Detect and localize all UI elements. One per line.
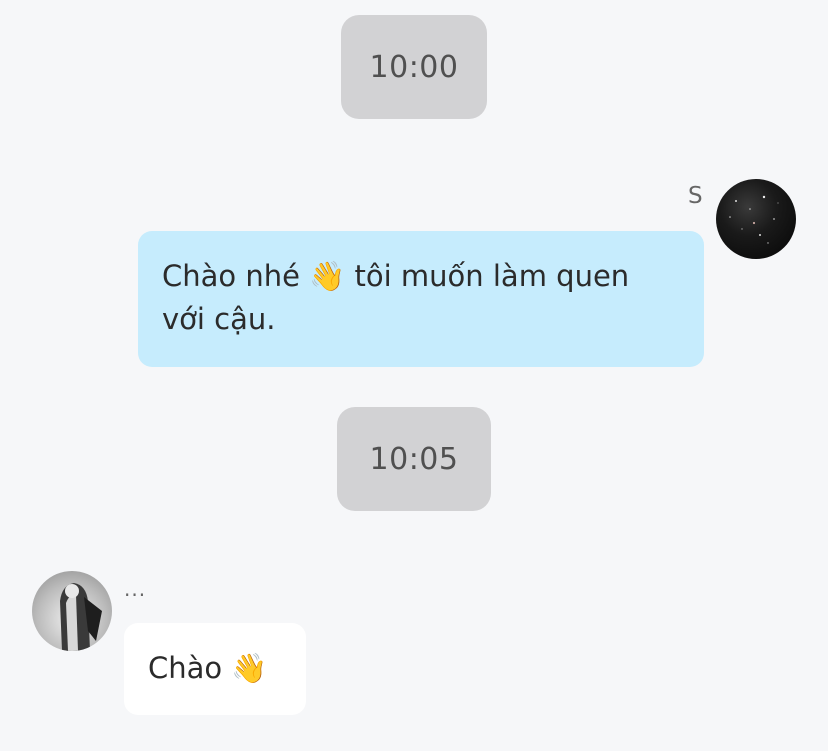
avatar[interactable] [32, 571, 112, 651]
person-avatar-image [60, 583, 102, 651]
timestamp-divider: 10:05 [337, 407, 491, 511]
message-text: Chào nhé 👋 tôi muốn làm quen với cậu. [162, 259, 630, 336]
message-text: Chào 👋 [148, 651, 268, 685]
message-bubble-incoming[interactable]: Chào 👋 [124, 623, 306, 715]
sender-name: S [688, 183, 703, 209]
message-bubble-outgoing[interactable]: Chào nhé 👋 tôi muốn làm quen với cậu. [138, 231, 704, 367]
timestamp-divider: 10:00 [341, 15, 487, 119]
avatar[interactable] [716, 179, 796, 259]
timestamp-text: 10:05 [369, 441, 459, 477]
starfield-avatar-image [729, 195, 779, 244]
timestamp-text: 10:00 [369, 49, 459, 85]
sender-name: ... [124, 577, 147, 601]
